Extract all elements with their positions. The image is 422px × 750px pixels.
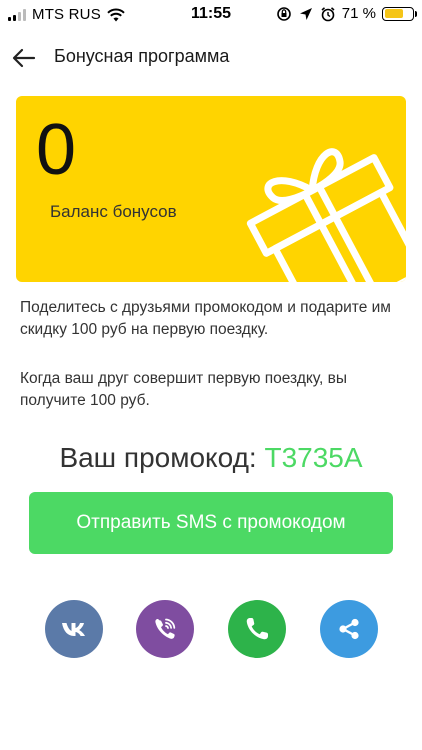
status-bar: MTS RUS 11:55 71 %: [0, 0, 422, 30]
promo-code-row: Ваш промокод: T3735A: [0, 442, 422, 474]
share-buttons: [0, 600, 422, 660]
location-icon: [299, 7, 312, 20]
share-phone-button[interactable]: [228, 600, 286, 658]
share-info-text: Поделитесь с друзьями промокодом и подар…: [20, 299, 391, 338]
arrow-left-icon[interactable]: [10, 44, 38, 72]
status-right: 71 %: [276, 5, 417, 22]
bonus-balance-card: 0 Баланс бонусов: [16, 96, 406, 282]
promo-code-label: Ваш промокод:: [59, 442, 265, 473]
app-header: Бонусная программа: [0, 40, 422, 76]
orientation-lock-icon: [276, 6, 291, 21]
bonus-balance-value: 0: [36, 110, 77, 190]
reward-info-text: Когда ваш друг совершит первую поездку, …: [20, 370, 347, 409]
send-sms-button[interactable]: Отправить SMS с промокодом: [29, 492, 393, 554]
share-vk-button[interactable]: [45, 600, 103, 658]
share-more-button[interactable]: [320, 600, 378, 658]
send-sms-button-label: Отправить SMS с промокодом: [76, 512, 346, 533]
share-icon: [339, 618, 359, 640]
bonus-balance-label: Баланс бонусов: [50, 202, 177, 221]
viber-icon: [155, 618, 176, 639]
vk-icon: [62, 623, 85, 636]
page-title: Бонусная программа: [54, 46, 230, 66]
battery-icon: [382, 6, 417, 21]
phone-icon: [246, 618, 268, 640]
promo-code-value[interactable]: T3735A: [264, 442, 362, 473]
battery-percent: 71 %: [341, 5, 376, 22]
gift-icon: [246, 148, 406, 282]
alarm-icon: [321, 6, 335, 21]
battery-level: [384, 9, 403, 18]
share-viber-button[interactable]: [136, 600, 194, 658]
